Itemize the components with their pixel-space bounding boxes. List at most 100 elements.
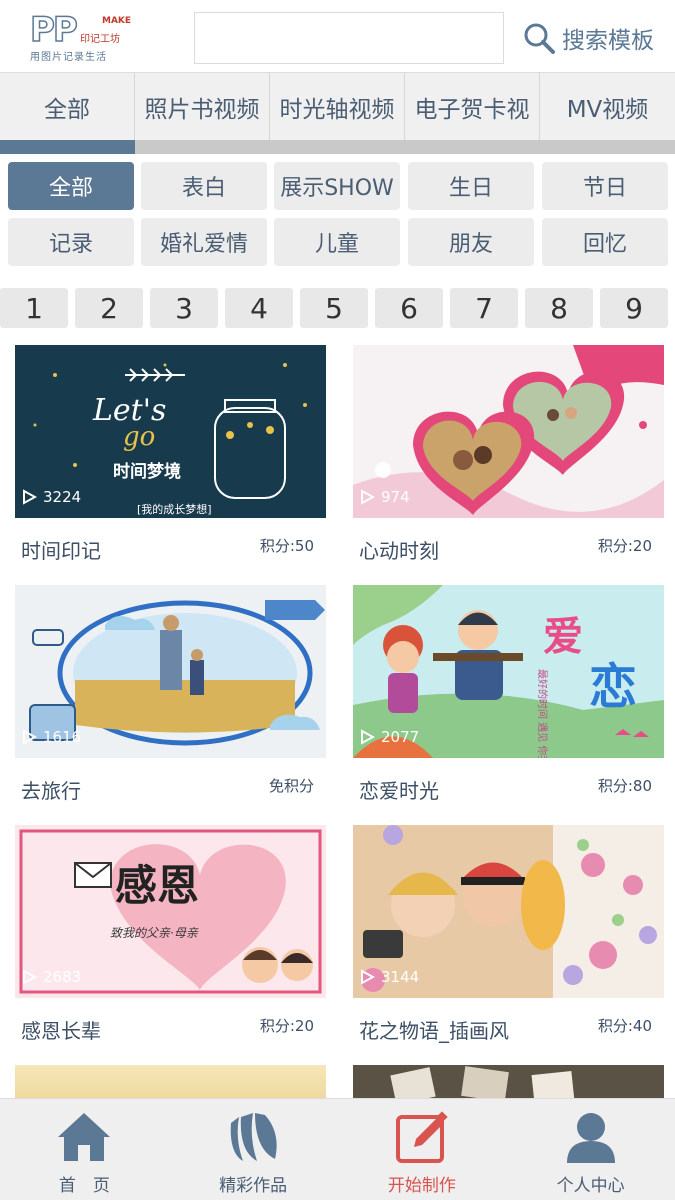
template-title: 恋爱时光 (359, 779, 439, 803)
view-count-value: 2077 (381, 728, 420, 746)
tag-birthday[interactable]: 生日 (408, 162, 534, 210)
template-points: 积分:40 (597, 1017, 652, 1035)
template-thumbnail[interactable]: 1616 (15, 585, 326, 758)
thumb-subtitle: [我的成长梦想] (137, 502, 212, 516)
template-points: 积分:50 (259, 537, 314, 555)
thumb-subtitle: 致我的父亲·母亲 (110, 926, 199, 940)
page-7[interactable]: 7 (450, 288, 518, 328)
template-card[interactable]: 感恩 致我的父亲·母亲 2683 感恩长辈 积分:20 (15, 825, 326, 1043)
view-count: 2077 (359, 728, 419, 746)
tab-photobook-video[interactable]: 照片书视频 (135, 73, 270, 141)
template-card[interactable]: Let's go 时间梦境 [我的成长梦想] 3224 时间印记 积分:50 (15, 345, 326, 563)
logo-slogan: 用图片记录生活 (30, 52, 107, 63)
nav-profile[interactable]: 个人中心 (506, 1099, 675, 1200)
template-points: 积分:80 (597, 777, 652, 795)
template-thumbnail[interactable]: 3144 (353, 825, 664, 998)
view-count-value: 3224 (43, 488, 82, 506)
play-icon (361, 969, 375, 985)
logo-make: MAKE (102, 16, 132, 26)
thumb-title: 时间梦境 (113, 461, 181, 482)
tag-friends[interactable]: 朋友 (408, 218, 534, 266)
tab-ecard-video[interactable]: 电子贺卡视 (405, 73, 540, 141)
home-icon (58, 1113, 111, 1161)
template-title: 去旅行 (21, 779, 81, 803)
view-count-value: 1616 (43, 728, 82, 746)
template-points: 积分:20 (259, 1017, 314, 1035)
template-title: 感恩长辈 (21, 1019, 101, 1043)
tag-memories[interactable]: 回忆 (542, 218, 668, 266)
template-title: 心动时刻 (359, 539, 439, 563)
tab-all[interactable]: 全部 (0, 73, 135, 141)
play-icon (23, 729, 37, 745)
tab-indicator-bar (0, 140, 135, 154)
tag-confession[interactable]: 表白 (141, 162, 267, 210)
template-thumbnail[interactable]: 爱 恋 最好的时间 遇见 你我 2077 (353, 585, 664, 758)
page-4[interactable]: 4 (225, 288, 293, 328)
template-thumbnail-partial[interactable] (353, 1065, 664, 1106)
template-thumbnail[interactable]: 感恩 致我的父亲·母亲 2683 (15, 825, 326, 998)
page-9[interactable]: 9 (600, 288, 668, 328)
nav-create[interactable]: 开始制作 (338, 1099, 507, 1200)
template-thumbnail[interactable]: Let's go 时间梦境 [我的成长梦想] 3224 (15, 345, 326, 518)
tab-mv-video[interactable]: MV视频 (540, 73, 675, 141)
tag-children[interactable]: 儿童 (274, 218, 400, 266)
tag-all[interactable]: 全部 (8, 162, 134, 210)
search-button[interactable]: 搜索模板 (522, 18, 654, 58)
bottom-nav: 首 页 精彩作品 开始制作 个人中心 (0, 1098, 675, 1200)
view-count-value: 2683 (43, 968, 82, 986)
logo-brand: 印记工坊 (80, 34, 120, 45)
nav-works[interactable]: 精彩作品 (169, 1099, 338, 1200)
user-icon (566, 1113, 615, 1163)
logo[interactable]: PP MAKE 印记工坊 用图片记录生活 (28, 10, 138, 63)
template-card[interactable]: 3144 花之物语_插画风 积分:40 (353, 825, 664, 1043)
play-icon (361, 489, 375, 505)
category-tabs: 全部 照片书视频 时光轴视频 电子贺卡视 MV视频 (0, 72, 675, 141)
page-6[interactable]: 6 (375, 288, 443, 328)
svg-text:go: go (123, 422, 155, 452)
view-count: 2683 (21, 968, 81, 986)
template-points: 免积分 (268, 777, 314, 795)
view-count: 3224 (21, 488, 81, 506)
edit-icon (395, 1111, 448, 1163)
template-title: 时间印记 (21, 539, 101, 563)
nav-profile-label: 个人中心 (556, 1176, 625, 1196)
app-root: PP MAKE 印记工坊 用图片记录生活 搜索模板 全部 照片书视频 时光轴视频… (0, 0, 675, 1200)
view-count: 1616 (21, 728, 81, 746)
header: PP MAKE 印记工坊 用图片记录生活 搜索模板 (0, 0, 675, 72)
tab-timeline-video[interactable]: 时光轴视频 (270, 73, 405, 141)
template-card[interactable]: 爱 恋 最好的时间 遇见 你我 2077 恋爱时光 积分:80 (353, 585, 664, 803)
search-label: 搜索模板 (562, 28, 654, 54)
works-icon (230, 1113, 277, 1161)
tag-show[interactable]: 展示SHOW (274, 162, 400, 210)
search-input[interactable] (194, 12, 504, 64)
thumb-big-text-2: 恋 (589, 659, 637, 715)
play-icon (23, 489, 37, 505)
pagination: 1 2 3 4 5 6 7 8 9 (0, 288, 675, 328)
view-count-value: 974 (381, 488, 410, 506)
template-points: 积分:20 (597, 537, 652, 555)
page-2[interactable]: 2 (75, 288, 143, 328)
template-card[interactable]: 1616 去旅行 免积分 (15, 585, 326, 803)
page-8[interactable]: 8 (525, 288, 593, 328)
play-icon (361, 729, 375, 745)
view-count: 3144 (359, 968, 419, 986)
thumb-big-text-1: 爱 (543, 614, 583, 660)
template-thumbnail-partial[interactable] (15, 1065, 326, 1098)
tag-holiday[interactable]: 节日 (542, 162, 668, 210)
template-card[interactable]: 974 心动时刻 积分:20 (353, 345, 664, 563)
search-icon (524, 23, 555, 54)
page-3[interactable]: 3 (150, 288, 218, 328)
view-count: 974 (359, 488, 410, 506)
template-title: 花之物语_插画风 (359, 1019, 509, 1043)
page-1[interactable]: 1 (0, 288, 68, 328)
template-thumbnail[interactable]: 974 (353, 345, 664, 518)
tag-record[interactable]: 记录 (8, 218, 134, 266)
logo-mark: PP (29, 10, 78, 50)
tab-indicator (0, 140, 675, 154)
play-icon (23, 969, 37, 985)
tag-wedding[interactable]: 婚礼爱情 (141, 218, 267, 266)
page-5[interactable]: 5 (300, 288, 368, 328)
thumb-small-text: 最好的时间 遇见 你我 (536, 669, 549, 758)
nav-create-label: 开始制作 (387, 1176, 456, 1196)
nav-home[interactable]: 首 页 (0, 1099, 169, 1200)
